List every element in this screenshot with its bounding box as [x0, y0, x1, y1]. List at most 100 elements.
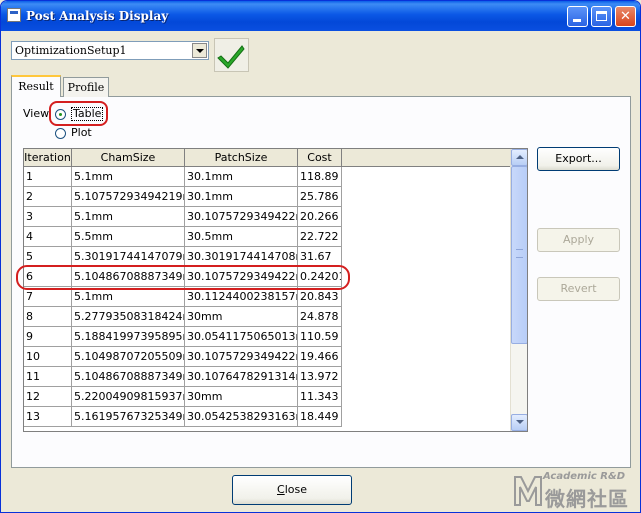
view-label: View:: [23, 107, 53, 120]
cell-patchsize[interactable]: 30.3019174414708mm: [185, 247, 298, 267]
post-analysis-window: Post Analysis Display ✕ OptimizationSetu…: [0, 0, 641, 513]
cell-chamsize[interactable]: 5.16195767325349mm: [72, 407, 185, 427]
table-scrollbar[interactable]: [510, 149, 527, 431]
cell-patchsize[interactable]: 30.1124400238157mm: [185, 287, 298, 307]
cell-iteration[interactable]: 2: [24, 187, 72, 207]
close-icon: ✕: [620, 9, 631, 24]
cell-cost[interactable]: 19.466: [298, 347, 342, 367]
cell-chamsize[interactable]: 5.10498707205509mm: [72, 347, 185, 367]
cell-patchsize[interactable]: 30.1076478291314mm: [185, 367, 298, 387]
view-plot-label[interactable]: Plot: [71, 126, 92, 139]
watermark-english: Academic R&D: [543, 471, 626, 482]
minimize-button[interactable]: [567, 6, 588, 27]
cell-chamsize[interactable]: 5.27793508318424mm: [72, 307, 185, 327]
row-filler: [342, 407, 510, 427]
maximize-icon: [596, 11, 607, 21]
apply-button[interactable]: Apply: [537, 228, 620, 252]
cell-cost[interactable]: 22.722: [298, 227, 342, 247]
cell-chamsize[interactable]: 5.1mm: [72, 287, 185, 307]
cell-patchsize[interactable]: 30.1mm: [185, 167, 298, 187]
view-plot-radio[interactable]: [55, 128, 66, 139]
row-filler: [342, 267, 510, 287]
row-filler: [342, 327, 510, 347]
close-window-button[interactable]: ✕: [615, 6, 636, 27]
tab-profile[interactable]: Profile: [63, 77, 109, 97]
app-icon: [7, 8, 21, 22]
cell-cost[interactable]: 13.972: [298, 367, 342, 387]
cell-iteration[interactable]: 13: [24, 407, 72, 427]
column-header-filler: [342, 149, 510, 167]
scroll-thumb[interactable]: [511, 166, 527, 344]
cell-cost[interactable]: 118.89: [298, 167, 342, 187]
cell-chamsize[interactable]: 5.10757293494219mm: [72, 187, 185, 207]
cell-chamsize[interactable]: 5.10486708887349mm: [72, 367, 185, 387]
chevron-down-icon[interactable]: [192, 43, 207, 58]
cell-iteration[interactable]: 9: [24, 327, 72, 347]
cell-patchsize[interactable]: 30.1075729349422mm: [185, 207, 298, 227]
watermark-logo-icon: [514, 476, 542, 506]
title-bar[interactable]: Post Analysis Display ✕: [1, 1, 640, 31]
cell-iteration[interactable]: 3: [24, 207, 72, 227]
cell-chamsize[interactable]: 5.1mm: [72, 167, 185, 187]
export-button[interactable]: Export...: [537, 147, 620, 171]
cell-patchsize[interactable]: 30.0541175065013mm: [185, 327, 298, 347]
row-filler: [342, 347, 510, 367]
setup-dropdown[interactable]: OptimizationSetup1: [11, 41, 209, 60]
cell-patchsize[interactable]: 30mm: [185, 307, 298, 327]
cell-chamsize[interactable]: 5.30191744147079mm: [72, 247, 185, 267]
cell-cost[interactable]: 31.67: [298, 247, 342, 267]
cell-cost[interactable]: 11.343: [298, 387, 342, 407]
row-filler: [342, 187, 510, 207]
revert-button[interactable]: Revert: [537, 277, 620, 301]
row-filler: [342, 367, 510, 387]
column-header-patchsize[interactable]: PatchSize: [185, 149, 298, 167]
cell-cost[interactable]: 24.878: [298, 307, 342, 327]
cell-cost[interactable]: 20.843: [298, 287, 342, 307]
highlight-table-option: [49, 101, 108, 126]
cell-chamsize[interactable]: 5.22004909815937mm: [72, 387, 185, 407]
cell-cost[interactable]: 20.266: [298, 207, 342, 227]
cell-cost[interactable]: 18.449: [298, 407, 342, 427]
minimize-icon: [573, 19, 581, 22]
row-filler: [342, 227, 510, 247]
apply-setup-button[interactable]: [214, 38, 249, 72]
close-button[interactable]: Close: [232, 475, 352, 505]
maximize-button[interactable]: [591, 6, 612, 27]
checkmark-icon: [217, 45, 245, 69]
cell-patchsize[interactable]: 30mm: [185, 387, 298, 407]
results-table[interactable]: Iteration ChamSize PatchSize Cost 1 5.1mm…: [23, 148, 528, 432]
tab-result[interactable]: Result: [11, 75, 61, 97]
cell-iteration[interactable]: 12: [24, 387, 72, 407]
cell-iteration[interactable]: 8: [24, 307, 72, 327]
cell-iteration[interactable]: 5: [24, 247, 72, 267]
column-header-chamsize[interactable]: ChamSize: [72, 149, 185, 167]
row-filler: [342, 287, 510, 307]
column-header-iteration[interactable]: Iteration: [24, 149, 72, 167]
cell-chamsize[interactable]: 5.18841997395895mm: [72, 327, 185, 347]
cell-patchsize[interactable]: 30.0542538293163mm: [185, 407, 298, 427]
cell-iteration[interactable]: 11: [24, 367, 72, 387]
cell-cost[interactable]: 25.786: [298, 187, 342, 207]
close-button-label: Close: [277, 483, 307, 496]
cell-chamsize[interactable]: 5.1mm: [72, 207, 185, 227]
cell-patchsize[interactable]: 30.1mm: [185, 187, 298, 207]
cell-iteration[interactable]: 4: [24, 227, 72, 247]
cell-iteration[interactable]: 7: [24, 287, 72, 307]
cell-iteration[interactable]: 10: [24, 347, 72, 367]
row-filler: [342, 207, 510, 227]
window-title: Post Analysis Display: [26, 9, 169, 23]
row-filler: [342, 167, 510, 187]
column-header-cost[interactable]: Cost: [298, 149, 342, 167]
cell-patchsize[interactable]: 30.1075729349422mm: [185, 347, 298, 367]
cell-patchsize[interactable]: 30.5mm: [185, 227, 298, 247]
scroll-up-icon[interactable]: [511, 149, 527, 166]
watermark-chinese: 微網社區: [545, 487, 629, 511]
cell-chamsize[interactable]: 5.5mm: [72, 227, 185, 247]
cell-iteration[interactable]: 1: [24, 167, 72, 187]
row-filler: [342, 387, 510, 407]
row-filler: [342, 307, 510, 327]
cell-cost[interactable]: 110.59: [298, 327, 342, 347]
highlight-best-row: [16, 265, 350, 290]
scroll-down-icon[interactable]: [511, 414, 527, 431]
row-filler: [342, 247, 510, 267]
